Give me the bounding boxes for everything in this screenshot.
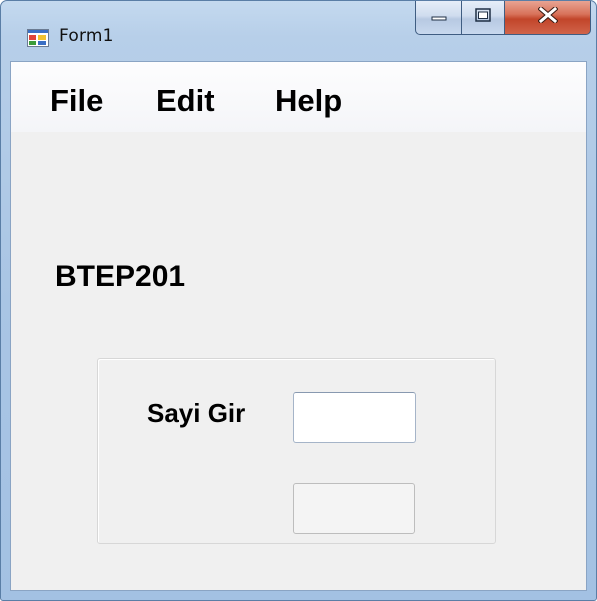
window-controls <box>415 1 591 35</box>
application-window: Form1 File Edit Help BTEP201 Sayi Gir <box>0 0 597 601</box>
app-icon[interactable] <box>27 29 49 47</box>
input-group-panel: Sayi Gir <box>97 358 496 544</box>
close-button[interactable] <box>505 1 591 35</box>
number-input[interactable] <box>293 392 416 443</box>
heading-label: BTEP201 <box>55 260 186 293</box>
close-icon <box>536 5 559 28</box>
minimize-button[interactable] <box>415 1 461 35</box>
maximize-button[interactable] <box>461 1 505 35</box>
menu-item-help[interactable]: Help <box>275 82 342 120</box>
title-bar[interactable]: Form1 <box>1 1 596 61</box>
minimize-icon <box>431 9 447 27</box>
maximize-icon <box>475 8 491 27</box>
form-client-area: File Edit Help BTEP201 Sayi Gir <box>10 61 587 591</box>
menu-item-edit[interactable]: Edit <box>156 82 215 120</box>
menu-item-file[interactable]: File <box>50 82 103 120</box>
window-title: Form1 <box>59 26 114 46</box>
number-input-label: Sayi Gir <box>147 398 246 428</box>
action-button[interactable] <box>293 483 415 534</box>
menu-bar: File Edit Help <box>11 62 586 132</box>
